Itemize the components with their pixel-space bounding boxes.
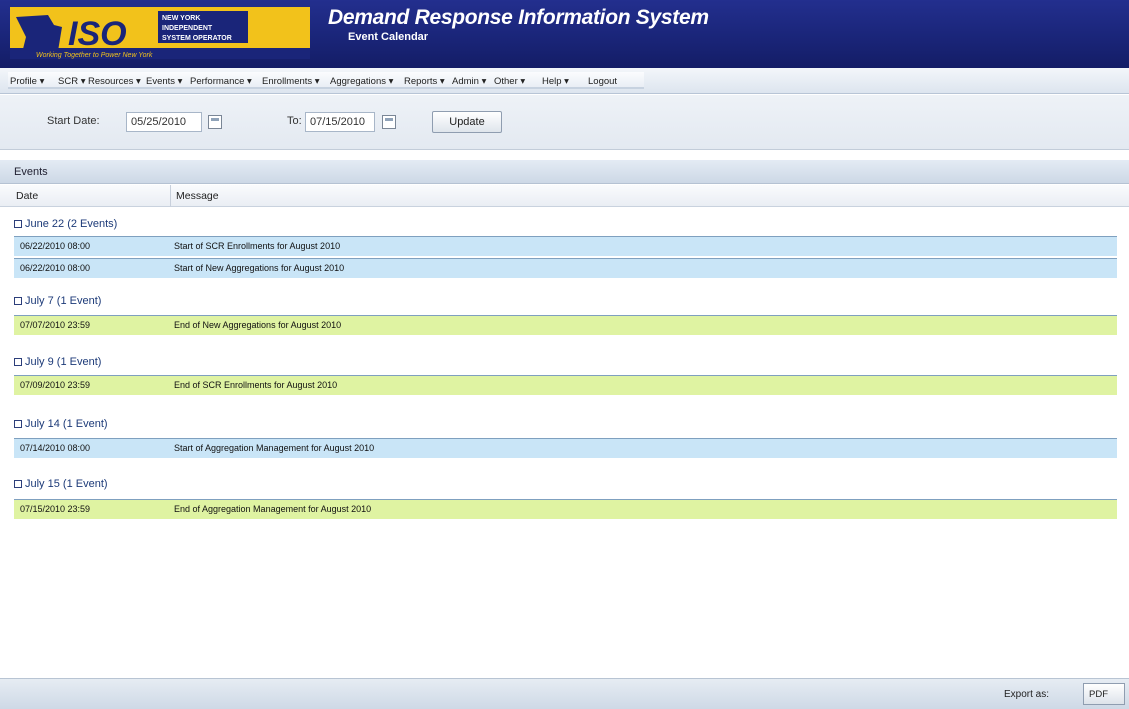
collapse-toggle-icon[interactable] <box>14 420 22 428</box>
group-header[interactable]: July 9 (1 Event) <box>14 356 101 368</box>
events-panel-title: Events <box>0 160 1129 184</box>
group-header[interactable]: July 14 (1 Event) <box>14 418 108 430</box>
table-row[interactable]: 07/14/2010 08:00 Start of Aggregation Ma… <box>14 438 1117 458</box>
table-row[interactable]: 07/09/2010 23:59 End of SCR Enrollments … <box>14 375 1117 395</box>
row-message: End of Aggregation Management for August… <box>174 504 372 514</box>
export-pdf-button[interactable]: PDF <box>1083 683 1125 705</box>
row-message: Start of SCR Enrollments for August 2010 <box>174 241 341 251</box>
column-header-date[interactable]: Date <box>16 190 38 202</box>
group-label: July 14 (1 Event) <box>25 418 108 430</box>
table-row[interactable]: 06/22/2010 08:00 Start of SCR Enrollment… <box>14 236 1117 256</box>
row-date: 07/14/2010 08:00 <box>20 443 91 453</box>
menu-events[interactable]: Events ▾ <box>146 76 182 87</box>
row-date: 06/22/2010 08:00 <box>20 263 91 273</box>
start-date-label: Start Date: <box>47 115 100 127</box>
app-title: Demand Response Information System <box>328 6 709 29</box>
start-calendar-icon[interactable] <box>208 115 222 129</box>
collapse-toggle-icon[interactable] <box>14 358 22 366</box>
logo-tagline: Working Together to Power New York <box>36 52 153 59</box>
export-label: Export as: <box>1004 689 1050 700</box>
grid-footer: Export as: PDF <box>0 678 1129 709</box>
events-grid-header: Date Message <box>0 185 1129 207</box>
logo-org-line-3: SYSTEM OPERATOR <box>162 35 232 42</box>
date-filter-bar: Start Date: To: Update <box>0 95 1129 150</box>
menu-profile[interactable]: Profile ▾ <box>10 76 44 87</box>
iso-logo[interactable]: ISO NEW YORK INDEPENDENT SYSTEM OPERATOR… <box>10 7 310 59</box>
menu-logout[interactable]: Logout <box>588 76 617 87</box>
end-date-input[interactable] <box>305 112 375 132</box>
title-block: Demand Response Information System Event… <box>328 6 709 43</box>
group-header[interactable]: July 15 (1 Event) <box>14 478 108 490</box>
row-date: 06/22/2010 08:00 <box>20 241 91 251</box>
row-date: 07/09/2010 23:59 <box>20 380 91 390</box>
column-divider[interactable] <box>170 185 171 207</box>
row-message: Start of New Aggregations for August 201… <box>174 263 345 273</box>
menu-aggregations[interactable]: Aggregations ▾ <box>330 76 393 87</box>
menu-help[interactable]: Help ▾ <box>542 76 569 87</box>
logo-wordmark: ISO <box>68 15 127 53</box>
menu-resources[interactable]: Resources ▾ <box>88 76 141 87</box>
end-calendar-icon[interactable] <box>382 115 396 129</box>
row-message: End of New Aggregations for August 2010 <box>174 320 342 330</box>
group-label: July 15 (1 Event) <box>25 478 108 490</box>
column-header-message[interactable]: Message <box>176 190 219 202</box>
menu-other[interactable]: Other ▾ <box>494 76 525 87</box>
group-label: June 22 (2 Events) <box>25 218 118 230</box>
table-row[interactable]: 07/07/2010 23:59 End of New Aggregations… <box>14 315 1117 335</box>
row-date: 07/15/2010 23:59 <box>20 504 91 514</box>
row-message: End of SCR Enrollments for August 2010 <box>174 380 338 390</box>
collapse-toggle-icon[interactable] <box>14 220 22 228</box>
end-date-label: To: <box>287 115 302 127</box>
collapse-toggle-icon[interactable] <box>14 480 22 488</box>
logo-org-line-2: INDEPENDENT <box>162 25 213 32</box>
group-header[interactable]: June 22 (2 Events) <box>14 218 117 230</box>
start-date-input[interactable] <box>126 112 202 132</box>
group-label: July 7 (1 Event) <box>25 295 102 307</box>
logo-org-line-1: NEW YORK <box>162 15 200 22</box>
collapse-toggle-icon[interactable] <box>14 297 22 305</box>
table-row[interactable]: 06/22/2010 08:00 Start of New Aggregatio… <box>14 258 1117 278</box>
menu-enrollments[interactable]: Enrollments ▾ <box>262 76 320 87</box>
table-row[interactable]: 07/15/2010 23:59 End of Aggregation Mana… <box>14 499 1117 519</box>
group-label: July 9 (1 Event) <box>25 356 102 368</box>
main-menu-bar: Profile ▾ SCR ▾ Resources ▾ Events ▾ Per… <box>0 68 1129 94</box>
row-message: Start of Aggregation Management for Augu… <box>174 443 375 453</box>
app-header: ISO NEW YORK INDEPENDENT SYSTEM OPERATOR… <box>0 0 1129 68</box>
menu-performance[interactable]: Performance ▾ <box>190 76 252 87</box>
menu-scr[interactable]: SCR ▾ <box>58 76 85 87</box>
menu-admin[interactable]: Admin ▾ <box>452 76 486 87</box>
page-subtitle: Event Calendar <box>348 31 429 43</box>
group-header[interactable]: July 7 (1 Event) <box>14 295 101 307</box>
menu-reports[interactable]: Reports ▾ <box>404 76 445 87</box>
update-button[interactable]: Update <box>432 111 502 133</box>
row-date: 07/07/2010 23:59 <box>20 320 91 330</box>
